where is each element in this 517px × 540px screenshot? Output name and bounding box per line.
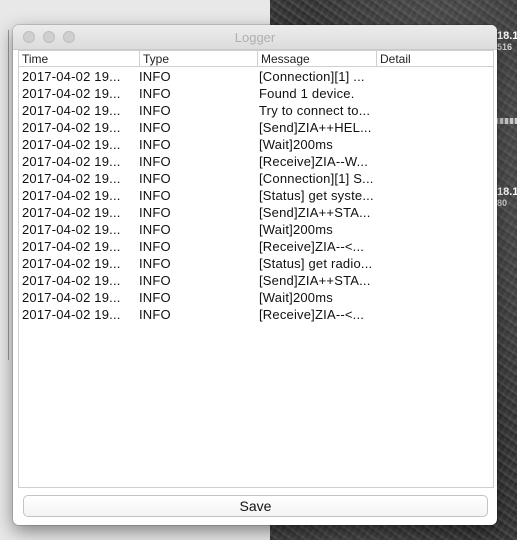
detail-cell bbox=[379, 68, 493, 85]
table-row[interactable]: 2017-04-02 19... INFO [Connection][1] ... bbox=[19, 68, 493, 85]
detail-cell bbox=[379, 238, 493, 255]
table-row[interactable]: 2017-04-02 19... INFO [Status] get radio..… bbox=[19, 255, 493, 272]
type-cell: INFO bbox=[139, 154, 171, 169]
background-label-1-main: 18.1 bbox=[497, 30, 517, 42]
time-cell: 2017-04-02 19... bbox=[22, 86, 121, 101]
background-divider bbox=[8, 30, 9, 360]
type-cell: INFO bbox=[139, 222, 171, 237]
save-button[interactable]: Save bbox=[23, 495, 488, 517]
window-title: Logger bbox=[234, 30, 276, 45]
type-cell: INFO bbox=[139, 86, 171, 101]
table-body: 2017-04-02 19... INFO [Connection][1] ... 2… bbox=[19, 68, 493, 323]
column-header-detail[interactable]: Detail bbox=[376, 51, 493, 67]
detail-cell bbox=[379, 119, 493, 136]
message-cell: Found 1 device. bbox=[259, 86, 355, 101]
detail-cell bbox=[379, 204, 493, 221]
time-cell: 2017-04-02 19... bbox=[22, 222, 121, 237]
time-cell: 2017-04-02 19... bbox=[22, 69, 121, 84]
table-row[interactable]: 2017-04-02 19... INFO [Receive]ZIA--<... bbox=[19, 238, 493, 255]
table-row[interactable]: 2017-04-02 19... INFO [Wait]200ms bbox=[19, 136, 493, 153]
message-cell: [Wait]200ms bbox=[259, 137, 333, 152]
time-cell: 2017-04-02 19... bbox=[22, 103, 121, 118]
type-cell: INFO bbox=[139, 205, 171, 220]
time-cell: 2017-04-02 19... bbox=[22, 256, 121, 271]
type-cell: INFO bbox=[139, 69, 171, 84]
detail-cell bbox=[379, 187, 493, 204]
detail-cell bbox=[379, 289, 493, 306]
background-label-2-sub: 80 bbox=[497, 198, 508, 208]
message-cell: [Receive]ZIA--W... bbox=[259, 154, 369, 169]
detail-cell bbox=[379, 153, 493, 170]
type-cell: INFO bbox=[139, 307, 171, 322]
time-cell: 2017-04-02 19... bbox=[22, 188, 121, 203]
time-cell: 2017-04-02 19... bbox=[22, 273, 121, 288]
time-cell: 2017-04-02 19... bbox=[22, 137, 121, 152]
type-cell: INFO bbox=[139, 256, 171, 271]
detail-cell bbox=[379, 170, 493, 187]
table-row[interactable]: 2017-04-02 19... INFO Try to connect to... bbox=[19, 102, 493, 119]
column-header-type[interactable]: Type bbox=[139, 51, 257, 67]
background-stripe bbox=[495, 118, 517, 124]
detail-cell bbox=[379, 136, 493, 153]
background-label-1: 18.1 516 bbox=[497, 30, 517, 52]
detail-cell bbox=[379, 102, 493, 119]
message-cell: [Status] get radio... bbox=[259, 256, 373, 271]
type-cell: INFO bbox=[139, 239, 171, 254]
logger-window: Logger Time Type Message Detail 2017-04-… bbox=[13, 25, 497, 525]
time-cell: 2017-04-02 19... bbox=[22, 154, 121, 169]
detail-cell bbox=[379, 85, 493, 102]
type-cell: INFO bbox=[139, 188, 171, 203]
message-cell: [Connection][1] ... bbox=[259, 69, 365, 84]
detail-cell bbox=[379, 255, 493, 272]
background-label-2: 18.1 80 bbox=[497, 186, 517, 208]
time-cell: 2017-04-02 19... bbox=[22, 120, 121, 135]
table-row[interactable]: 2017-04-02 19... INFO [Send]ZIA++STA... bbox=[19, 204, 493, 221]
time-cell: 2017-04-02 19... bbox=[22, 205, 121, 220]
table-row[interactable]: 2017-04-02 19... INFO [Send]ZIA++HEL... bbox=[19, 119, 493, 136]
table-row[interactable]: 2017-04-02 19... INFO [Receive]ZIA--<... bbox=[19, 306, 493, 323]
message-cell: [Receive]ZIA--<... bbox=[259, 307, 365, 322]
message-cell: [Status] get syste... bbox=[259, 188, 374, 203]
message-cell: [Receive]ZIA--<... bbox=[259, 239, 365, 254]
message-cell: [Connection][1] S... bbox=[259, 171, 374, 186]
type-cell: INFO bbox=[139, 137, 171, 152]
detail-cell bbox=[379, 221, 493, 238]
table-row[interactable]: 2017-04-02 19... INFO [Send]ZIA++STA... bbox=[19, 272, 493, 289]
table-header: Time Type Message Detail bbox=[19, 51, 493, 67]
message-cell: [Send]ZIA++STA... bbox=[259, 273, 371, 288]
time-cell: 2017-04-02 19... bbox=[22, 290, 121, 305]
message-cell: [Send]ZIA++STA... bbox=[259, 205, 371, 220]
table-row[interactable]: 2017-04-02 19... INFO [Receive]ZIA--W... bbox=[19, 153, 493, 170]
background-label-2-main: 18.1 bbox=[497, 186, 517, 198]
message-cell: [Wait]200ms bbox=[259, 222, 333, 237]
table-row[interactable]: 2017-04-02 19... INFO [Connection][1] S... bbox=[19, 170, 493, 187]
table-row[interactable]: 2017-04-02 19... INFO [Wait]200ms bbox=[19, 221, 493, 238]
title-bar[interactable]: Logger bbox=[13, 25, 497, 50]
detail-cell bbox=[379, 306, 493, 323]
time-cell: 2017-04-02 19... bbox=[22, 239, 121, 254]
time-cell: 2017-04-02 19... bbox=[22, 307, 121, 322]
time-cell: 2017-04-02 19... bbox=[22, 171, 121, 186]
table-row[interactable]: 2017-04-02 19... INFO [Wait]200ms bbox=[19, 289, 493, 306]
table-row[interactable]: 2017-04-02 19... INFO [Status] get syste..… bbox=[19, 187, 493, 204]
column-header-time[interactable]: Time bbox=[19, 51, 139, 67]
type-cell: INFO bbox=[139, 290, 171, 305]
message-cell: [Wait]200ms bbox=[259, 290, 333, 305]
message-cell: [Send]ZIA++HEL... bbox=[259, 120, 372, 135]
type-cell: INFO bbox=[139, 120, 171, 135]
log-table[interactable]: Time Type Message Detail 2017-04-02 19..… bbox=[18, 50, 494, 488]
column-header-message[interactable]: Message bbox=[257, 51, 376, 67]
detail-cell bbox=[379, 272, 493, 289]
background-label-1-sub: 516 bbox=[497, 42, 513, 52]
type-cell: INFO bbox=[139, 273, 171, 288]
message-cell: Try to connect to... bbox=[259, 103, 371, 118]
type-cell: INFO bbox=[139, 103, 171, 118]
table-row[interactable]: 2017-04-02 19... INFO Found 1 device. bbox=[19, 85, 493, 102]
type-cell: INFO bbox=[139, 171, 171, 186]
